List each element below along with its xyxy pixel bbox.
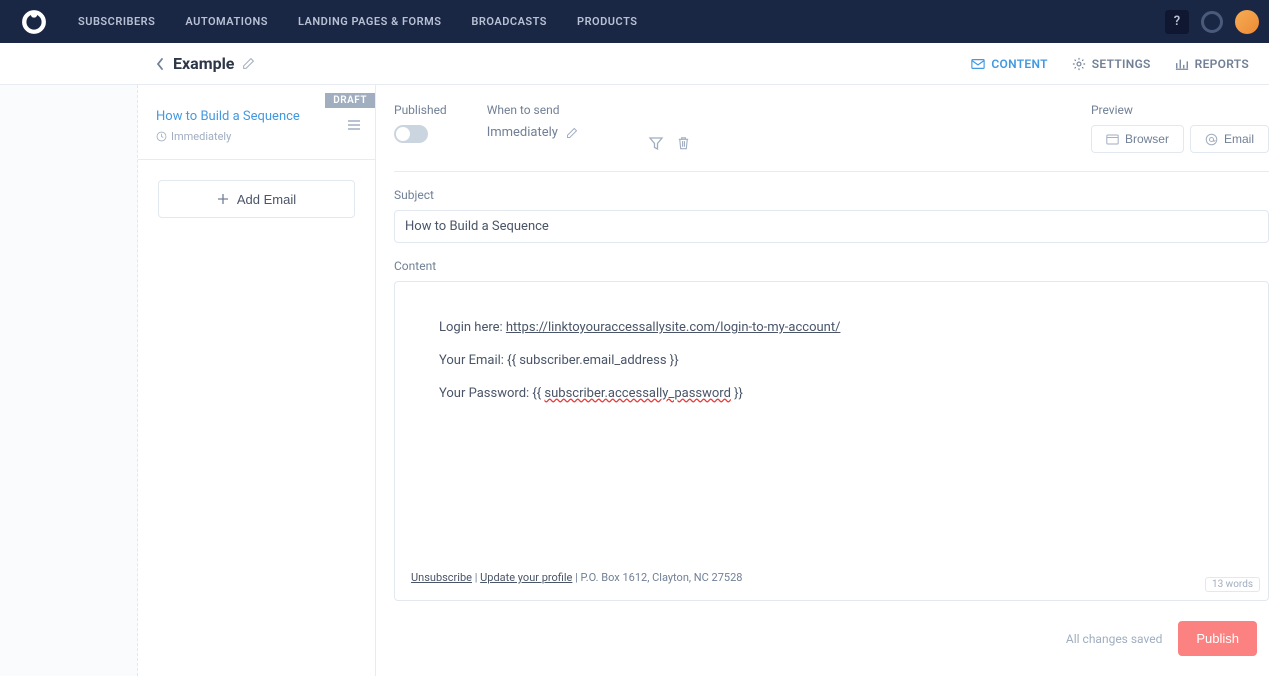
sub-tabs: CONTENT SETTINGS REPORTS bbox=[971, 57, 1249, 71]
clock-icon bbox=[156, 131, 167, 142]
tab-reports[interactable]: REPORTS bbox=[1175, 57, 1249, 71]
top-nav: SUBSCRIBERS AUTOMATIONS LANDING PAGES & … bbox=[0, 0, 1269, 43]
password-token: subscriber.accessally_password bbox=[544, 386, 731, 401]
activity-icon[interactable] bbox=[1201, 11, 1223, 33]
when-label: When to send bbox=[487, 103, 578, 117]
editor-header: Published When to send Immediately bbox=[394, 103, 1269, 172]
envelope-icon bbox=[971, 57, 985, 71]
browser-icon bbox=[1106, 134, 1119, 145]
nav-automations[interactable]: AUTOMATIONS bbox=[185, 15, 268, 28]
bottom-bar: All changes saved Publish bbox=[394, 601, 1269, 676]
filter-icon[interactable] bbox=[648, 135, 664, 151]
preview-browser-button[interactable]: Browser bbox=[1091, 125, 1184, 153]
left-gutter bbox=[0, 85, 138, 676]
email-footer: Unsubscribe | Update your profile | P.O.… bbox=[411, 571, 1224, 584]
tab-settings[interactable]: SETTINGS bbox=[1072, 57, 1151, 71]
preview-col: Preview Browser Email bbox=[1091, 103, 1269, 153]
sub-header: Example CONTENT SETTINGS REPORTS bbox=[0, 43, 1269, 85]
word-count: 13 words bbox=[1205, 577, 1260, 592]
preview-email-button[interactable]: Email bbox=[1190, 125, 1269, 153]
editor-pane: Published When to send Immediately bbox=[376, 85, 1269, 676]
nav-right: ? bbox=[1165, 10, 1249, 34]
tab-label: CONTENT bbox=[991, 57, 1047, 71]
edit-when-icon[interactable] bbox=[566, 127, 578, 139]
content-label: Content bbox=[394, 259, 1269, 273]
help-button[interactable]: ? bbox=[1165, 10, 1189, 34]
login-link[interactable]: https://linktoyouraccessallysite.com/log… bbox=[506, 320, 841, 335]
password-prefix: Your Password: {{ bbox=[439, 386, 544, 401]
drag-handle-icon[interactable] bbox=[347, 119, 361, 131]
email-list-item[interactable]: How to Build a Sequence Immediately bbox=[138, 85, 375, 160]
add-email-button[interactable]: Add Email bbox=[158, 180, 355, 218]
nav-products[interactable]: PRODUCTS bbox=[577, 15, 637, 28]
email-prefix: Your Email: bbox=[439, 353, 507, 368]
published-col: Published bbox=[394, 103, 447, 153]
update-profile-link[interactable]: Update your profile bbox=[480, 571, 572, 584]
content-editor[interactable]: Login here: https://linktoyouraccessally… bbox=[394, 281, 1269, 601]
when-value: Immediately bbox=[487, 125, 558, 140]
avatar[interactable] bbox=[1235, 10, 1259, 34]
published-toggle[interactable] bbox=[394, 125, 428, 143]
email-token: {{ subscriber.email_address }} bbox=[507, 353, 678, 368]
password-suffix: }} bbox=[731, 386, 743, 401]
back-chevron-icon[interactable] bbox=[155, 57, 165, 71]
published-label: Published bbox=[394, 103, 447, 117]
logo[interactable] bbox=[20, 8, 48, 36]
edit-title-icon[interactable] bbox=[242, 57, 255, 70]
gear-icon bbox=[1072, 57, 1086, 71]
email-body[interactable]: Login here: https://linktoyouraccessally… bbox=[439, 318, 1224, 571]
trash-icon[interactable] bbox=[676, 135, 691, 151]
login-prefix: Login here: bbox=[439, 320, 506, 335]
nav-subscribers[interactable]: SUBSCRIBERS bbox=[78, 15, 155, 28]
publish-button[interactable]: Publish bbox=[1178, 621, 1257, 656]
plus-icon bbox=[217, 193, 229, 205]
email-item-meta: Immediately bbox=[156, 130, 357, 143]
nav-links: SUBSCRIBERS AUTOMATIONS LANDING PAGES & … bbox=[78, 15, 1165, 28]
add-email-label: Add Email bbox=[237, 192, 296, 207]
preview-email-label: Email bbox=[1224, 132, 1254, 146]
unsubscribe-link[interactable]: Unsubscribe bbox=[411, 571, 472, 584]
nav-landing-pages[interactable]: LANDING PAGES & FORMS bbox=[298, 15, 441, 28]
content-section: Content Login here: https://linktoyourac… bbox=[394, 243, 1269, 601]
sequence-title: Example bbox=[173, 54, 234, 73]
subject-input[interactable] bbox=[394, 210, 1269, 243]
timing-label: Immediately bbox=[171, 130, 231, 143]
save-status: All changes saved bbox=[1066, 632, 1162, 646]
nav-broadcasts[interactable]: BROADCASTS bbox=[471, 15, 547, 28]
preview-label: Preview bbox=[1091, 103, 1269, 117]
header-action-icons bbox=[648, 103, 691, 153]
preview-browser-label: Browser bbox=[1125, 132, 1169, 146]
chart-icon bbox=[1175, 57, 1189, 71]
main: DRAFT How to Build a Sequence Immediatel… bbox=[0, 85, 1269, 676]
tab-label: REPORTS bbox=[1195, 57, 1249, 71]
tab-label: SETTINGS bbox=[1092, 57, 1151, 71]
subject-section: Subject bbox=[394, 172, 1269, 243]
at-icon bbox=[1205, 133, 1218, 146]
email-sidebar: DRAFT How to Build a Sequence Immediatel… bbox=[138, 85, 376, 676]
subject-label: Subject bbox=[394, 188, 1269, 202]
tab-content[interactable]: CONTENT bbox=[971, 57, 1047, 71]
email-item-title: How to Build a Sequence bbox=[156, 109, 357, 124]
when-col: When to send Immediately bbox=[487, 103, 578, 153]
footer-address: P.O. Box 1612, Clayton, NC 27528 bbox=[581, 571, 743, 584]
